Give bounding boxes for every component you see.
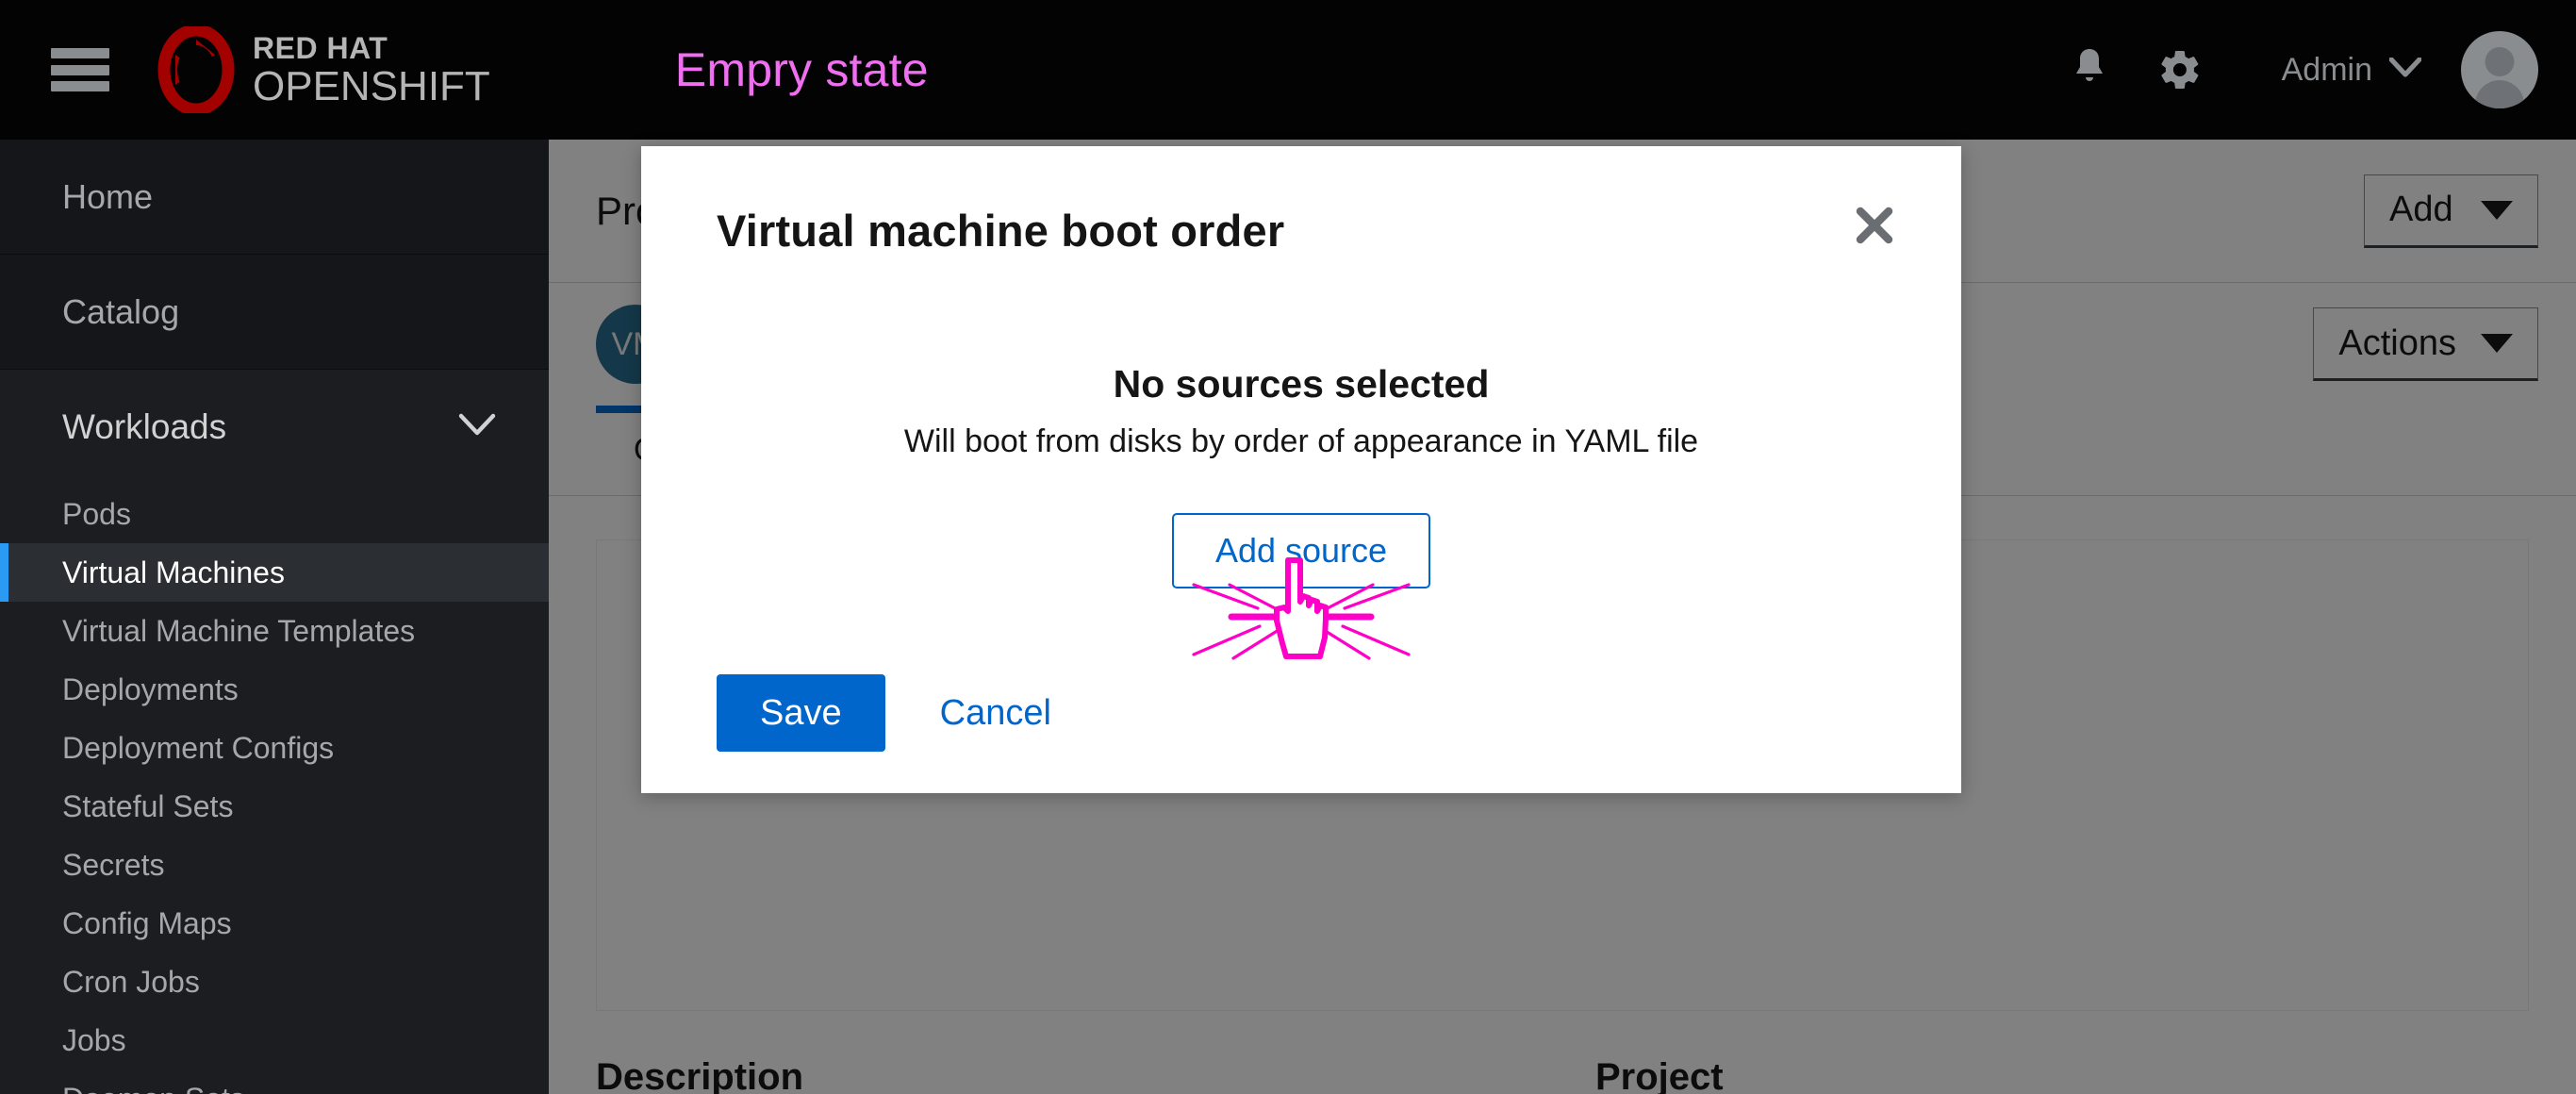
empty-state-title: No sources selected	[1113, 362, 1490, 406]
sidebar-group-workloads[interactable]: Workloads	[0, 370, 549, 485]
add-button[interactable]: Add	[2364, 174, 2538, 248]
close-icon[interactable]	[1844, 195, 1905, 256]
gear-icon[interactable]	[2135, 25, 2225, 115]
brand-openshift: OPENSHIFT	[253, 62, 490, 109]
save-button[interactable]: Save	[717, 674, 885, 752]
sidebar-section-top: Home Catalog	[0, 140, 549, 370]
masthead-toolbar: Admin	[2044, 0, 2538, 140]
caret-down-icon	[2481, 200, 2513, 220]
chevron-down-icon	[2388, 56, 2422, 83]
sidebar-item-pods[interactable]: Pods	[0, 485, 549, 543]
description-heading: Description	[596, 1056, 804, 1094]
red-hat-openshift-logo: RED HAT OPENSHIFT	[153, 26, 490, 113]
sidebar-group-label: Workloads	[62, 407, 227, 446]
screen-root: RED HAT OPENSHIFT Empry state Admin Home…	[0, 0, 2576, 1094]
sidebar-item-label: Catalog	[62, 291, 180, 331]
add-source-wrapper: Add source	[1171, 513, 1431, 660]
sidebar-item-deployments[interactable]: Deployments	[0, 660, 549, 719]
sidebar-item-stateful-sets[interactable]: Stateful Sets	[0, 777, 549, 836]
sidebar: Home Catalog Workloads Pods Virtual Mach…	[0, 140, 549, 1094]
modal-header: Virtual machine boot order	[641, 146, 1961, 257]
bell-icon[interactable]	[2044, 25, 2135, 115]
caret-down-icon	[2481, 334, 2513, 353]
masthead: RED HAT OPENSHIFT Empry state Admin	[0, 0, 2576, 140]
sidebar-item-label: Jobs	[62, 1022, 126, 1057]
modal-footer: Save Cancel	[641, 633, 1961, 793]
details-columns: Description This is the description of t…	[549, 1011, 2576, 1094]
sidebar-item-catalog[interactable]: Catalog	[0, 255, 549, 370]
details-right-column: Project NS Namspace 1 Pod P Pod 1	[1595, 1056, 2255, 1094]
sidebar-item-label: Pods	[62, 496, 131, 531]
sidebar-item-deployment-configs[interactable]: Deployment Configs	[0, 719, 549, 777]
sidebar-item-label: Deployment Configs	[62, 730, 335, 765]
sidebar-item-label: Config Maps	[62, 905, 232, 940]
actions-button[interactable]: Actions	[2313, 307, 2538, 381]
modal-body: No sources selected Will boot from disks…	[641, 257, 1961, 660]
boot-order-modal: Virtual machine boot order No sources se…	[641, 146, 1961, 793]
sidebar-item-label: Virtual Machine Templates	[62, 613, 416, 648]
sidebar-item-secrets[interactable]: Secrets	[0, 836, 549, 894]
user-menu[interactable]: Admin	[2281, 51, 2422, 89]
project-heading: Project	[1595, 1056, 1724, 1094]
cancel-button[interactable]: Cancel	[921, 693, 1070, 734]
sidebar-item-label: Daemon Sets	[62, 1082, 245, 1094]
chevron-down-icon	[458, 411, 496, 443]
actions-button-label: Actions	[2338, 323, 2456, 363]
avatar[interactable]	[2461, 31, 2538, 108]
sidebar-item-daemon-sets[interactable]: Daemon Sets	[0, 1069, 549, 1094]
sidebar-item-home[interactable]: Home	[0, 140, 549, 255]
add-button-label: Add	[2389, 190, 2453, 229]
sidebar-item-cron-jobs[interactable]: Cron Jobs	[0, 953, 549, 1011]
sidebar-item-label: Cron Jobs	[62, 964, 200, 999]
red-hat-logo-icon	[153, 26, 239, 113]
modal-title: Virtual machine boot order	[717, 206, 1285, 256]
add-source-button[interactable]: Add source	[1171, 513, 1431, 588]
user-name-label: Admin	[2281, 51, 2372, 88]
hamburger-icon[interactable]	[51, 48, 109, 91]
empty-state-subtitle: Will boot from disks by order of appeara…	[903, 423, 1699, 459]
sidebar-item-jobs[interactable]: Jobs	[0, 1011, 549, 1069]
sidebar-item-virtual-machine-templates[interactable]: Virtual Machine Templates	[0, 602, 549, 660]
sidebar-item-config-maps[interactable]: Config Maps	[0, 894, 549, 953]
sidebar-item-label: Deployments	[62, 671, 239, 706]
details-left-column: Description This is the description of t…	[596, 1056, 1595, 1094]
sidebar-item-label: Secrets	[62, 847, 165, 882]
page-title: Empry state	[674, 43, 929, 96]
sidebar-item-label: Home	[62, 176, 154, 216]
brand-red-hat: RED HAT	[253, 30, 388, 65]
sidebar-item-virtual-machines[interactable]: Virtual Machines	[0, 543, 549, 602]
sidebar-item-label: Virtual Machines	[62, 555, 285, 589]
sidebar-item-label: Stateful Sets	[62, 788, 234, 823]
